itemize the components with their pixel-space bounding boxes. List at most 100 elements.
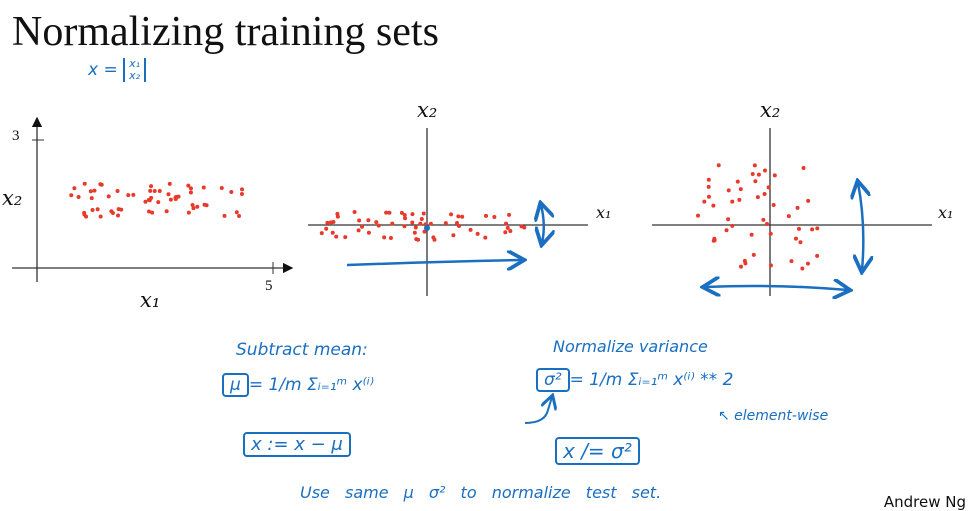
x-axis-label: x₁ bbox=[596, 203, 612, 222]
data-point bbox=[421, 211, 426, 216]
data-point bbox=[76, 195, 81, 200]
data-point bbox=[519, 224, 524, 229]
data-point bbox=[201, 185, 206, 190]
data-point bbox=[755, 195, 760, 200]
data-point bbox=[730, 199, 735, 204]
elementwise-note: ↖ element-wise bbox=[718, 408, 829, 424]
data-point bbox=[416, 237, 421, 242]
data-point bbox=[451, 233, 456, 238]
data-point bbox=[382, 235, 387, 240]
data-point bbox=[456, 214, 461, 219]
data-point bbox=[115, 189, 120, 194]
data-point bbox=[483, 235, 488, 240]
data-point bbox=[737, 197, 742, 202]
data-point bbox=[419, 217, 424, 222]
data-point bbox=[334, 234, 339, 239]
data-point bbox=[752, 163, 757, 168]
y-axis-label: x₂ bbox=[760, 98, 781, 122]
data-point bbox=[810, 227, 815, 232]
data-point bbox=[716, 163, 721, 168]
data-point bbox=[410, 212, 415, 217]
data-point bbox=[319, 231, 324, 236]
data-point bbox=[800, 266, 805, 271]
data-point bbox=[505, 225, 510, 230]
data-point bbox=[237, 213, 242, 218]
data-point bbox=[98, 214, 103, 219]
data-point bbox=[432, 237, 437, 242]
data-point bbox=[92, 188, 97, 193]
data-point bbox=[796, 226, 801, 231]
data-point bbox=[726, 188, 731, 193]
data-point bbox=[403, 216, 408, 221]
data-point bbox=[750, 171, 755, 176]
data-point bbox=[738, 187, 743, 192]
data-point bbox=[449, 212, 454, 217]
data-point bbox=[149, 184, 154, 189]
data-point bbox=[356, 228, 361, 233]
data-point bbox=[328, 220, 333, 225]
data-point bbox=[173, 196, 178, 201]
normalize-heading: Normalize variance bbox=[553, 337, 708, 356]
x-tick-label: 5 bbox=[265, 278, 273, 294]
data-point bbox=[786, 214, 791, 219]
data-point bbox=[219, 185, 224, 190]
mu-update: x := x − μ bbox=[243, 432, 351, 457]
data-point bbox=[157, 188, 162, 193]
data-point bbox=[152, 189, 157, 194]
data-point bbox=[702, 199, 707, 204]
data-point bbox=[95, 207, 100, 212]
data-point bbox=[388, 236, 393, 241]
vertical-spread-arrow bbox=[858, 183, 863, 270]
data-point bbox=[335, 214, 340, 219]
data-point bbox=[789, 259, 794, 264]
data-point bbox=[366, 218, 371, 223]
arrow-to-sigma bbox=[524, 397, 552, 424]
data-point bbox=[454, 220, 459, 225]
mean-point bbox=[424, 225, 430, 231]
data-point bbox=[730, 223, 735, 228]
data-point bbox=[410, 220, 415, 225]
data-point bbox=[116, 207, 121, 212]
data-point bbox=[376, 223, 381, 228]
data-point bbox=[815, 226, 820, 231]
data-point bbox=[764, 221, 769, 226]
data-point bbox=[188, 190, 193, 195]
data-point bbox=[191, 206, 196, 211]
data-point bbox=[240, 187, 245, 192]
data-point bbox=[768, 263, 773, 268]
data-point bbox=[195, 204, 200, 209]
plot-centered bbox=[308, 128, 588, 296]
data-point bbox=[131, 192, 136, 197]
data-point bbox=[504, 221, 509, 226]
data-point bbox=[143, 199, 148, 204]
data-point bbox=[768, 231, 773, 236]
x-axis-label: x₁ bbox=[938, 203, 954, 222]
data-point bbox=[756, 172, 761, 177]
data-point bbox=[742, 258, 747, 263]
data-point bbox=[168, 197, 173, 202]
data-point bbox=[508, 228, 513, 233]
author-credit: Andrew Ng bbox=[883, 493, 966, 511]
data-point bbox=[503, 230, 508, 235]
data-point bbox=[366, 230, 371, 235]
vertical-spread-arrow bbox=[541, 205, 544, 243]
data-point bbox=[428, 221, 433, 226]
data-point bbox=[795, 205, 800, 210]
subtract-mean-heading: Subtract mean: bbox=[236, 340, 368, 360]
data-point bbox=[801, 166, 806, 171]
data-point bbox=[712, 236, 717, 241]
data-point bbox=[815, 253, 820, 258]
sigma-formula-rhs: = 1/m Σᵢ₌₁ᵐ x⁽ⁱ⁾ ** 2 bbox=[569, 370, 734, 390]
data-point bbox=[330, 230, 335, 235]
data-point bbox=[696, 213, 701, 218]
y-axis-label: x₂ bbox=[2, 186, 23, 210]
data-point bbox=[343, 235, 348, 240]
data-point bbox=[234, 210, 239, 215]
data-point bbox=[771, 202, 776, 207]
data-point bbox=[166, 192, 171, 197]
sigma-formula: σ² = 1/m Σᵢ₌₁ᵐ x⁽ⁱ⁾ ** 2 bbox=[536, 368, 734, 392]
data-point bbox=[711, 203, 716, 208]
data-point bbox=[772, 173, 777, 178]
data-point bbox=[735, 179, 740, 184]
points-centered bbox=[319, 210, 527, 242]
